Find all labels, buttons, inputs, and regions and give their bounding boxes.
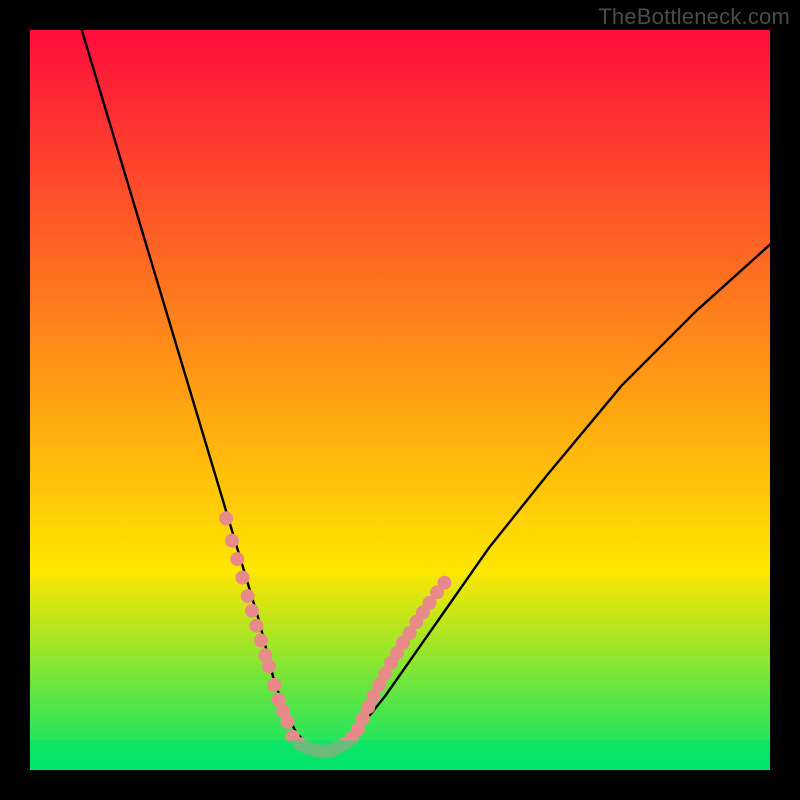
green-band [30, 740, 770, 770]
bottleneck-chart [0, 0, 800, 800]
watermark-text: TheBottleneck.com [598, 4, 790, 30]
chart-frame: { "watermark": "TheBottleneck.com", "cha… [0, 0, 800, 800]
